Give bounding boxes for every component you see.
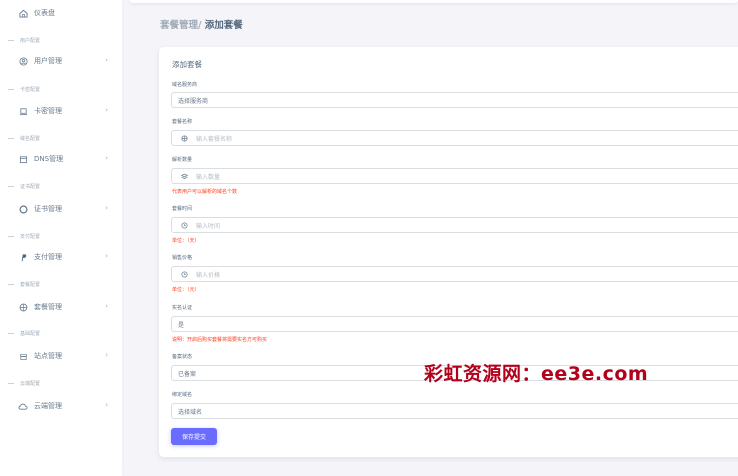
sidebar-item-users[interactable]: 用户管理 › (6, 50, 116, 72)
chevron-right-icon: › (105, 56, 108, 64)
sidebar-item-site[interactable]: 站点管理 › (6, 345, 116, 367)
sidebar-item-label: 用户管理 (34, 57, 62, 65)
price-placeholder: 输入价格 (196, 271, 221, 279)
sidebar-item-label: 支付管理 (34, 253, 62, 261)
sidebar-section-header: 云端配置 (8, 378, 40, 388)
sidebar-section-header: 证书配置 (8, 181, 40, 191)
paypal-icon (18, 252, 28, 262)
user-icon (18, 56, 28, 66)
sidebar-item-label: 套餐管理 (34, 303, 62, 311)
breadcrumb: 套餐管理/ 添加套餐 (160, 17, 243, 31)
sidebar-item-label: 证书管理 (34, 205, 62, 213)
resolve-count-label: 解析数量 (172, 157, 193, 163)
filing-status-label: 备案状态 (172, 354, 193, 360)
sidebar-section-header: 用户配置 (8, 35, 40, 45)
bind-domain-value: 选择域名 (178, 408, 203, 416)
sidebar-item-packages[interactable]: 套餐管理 › (6, 296, 116, 318)
sidebar-item-dashboard[interactable]: 仪表盘 (6, 2, 116, 24)
breadcrumb-parent[interactable]: 套餐管理/ (160, 20, 201, 31)
package-icon (18, 302, 28, 312)
provider-select[interactable]: 选择服务商 (171, 92, 738, 108)
sidebar-section-header: 卡密配置 (8, 84, 40, 94)
sidebar-item-payment[interactable]: 支付管理 › (6, 246, 116, 268)
resolve-count-placeholder: 输入数量 (196, 173, 221, 181)
laptop-icon (18, 106, 28, 116)
price-help: 单位：（元） (172, 287, 200, 293)
provider-label: 域名服务商 (172, 82, 198, 88)
bind-domain-select[interactable]: 选择域名 (171, 403, 738, 419)
watermark-text: 彩虹资源网：ee3e.com (424, 363, 649, 385)
chevron-right-icon: › (105, 401, 108, 409)
chevron-right-icon: › (105, 106, 108, 114)
realname-select[interactable]: 是 (171, 316, 738, 332)
realname-select-value: 是 (178, 321, 185, 329)
package-name-input[interactable]: 输入套餐名称 (171, 130, 738, 146)
clock-icon (178, 221, 190, 229)
chevron-right-icon: › (105, 351, 108, 359)
sidebar-item-label: DNS管理 (34, 155, 64, 163)
sidebar-section-header: 域名配置 (8, 133, 40, 143)
store-icon (18, 351, 28, 361)
bind-domain-label: 绑定域名 (172, 392, 193, 398)
price-input[interactable]: 输入价格 (171, 266, 738, 282)
chevron-right-icon: › (105, 252, 108, 260)
card-title: 添加套餐 (172, 60, 202, 69)
home-icon (18, 8, 28, 18)
page-title: 添加套餐 (201, 20, 243, 31)
sidebar: 仪表盘 用户配置 用户管理 › 卡密配置 卡密管理 › 域名配置 DNS管理 ›… (0, 0, 122, 476)
sidebar-section-header: 套餐配置 (8, 279, 40, 289)
sidebar-item-cloud[interactable]: 云端管理 › (6, 395, 116, 417)
cloud-icon (18, 401, 28, 411)
top-navbar (130, 0, 738, 3)
clock-icon (178, 270, 190, 278)
duration-label: 套餐时间 (172, 206, 193, 212)
circle-icon (18, 204, 28, 214)
duration-input[interactable]: 输入时间 (171, 217, 738, 233)
chevron-right-icon: › (105, 302, 108, 310)
resolve-count-help: 代表用户可以解析的域名个数 (172, 189, 238, 195)
sidebar-section-header: 基础配置 (8, 328, 40, 338)
sidebar-item-dns[interactable]: DNS管理 › (6, 148, 116, 170)
duration-placeholder: 输入时间 (196, 222, 221, 230)
package-name-label: 套餐名称 (172, 119, 193, 125)
realname-label: 实名认证 (172, 305, 193, 311)
price-label: 销售价格 (172, 255, 193, 261)
submit-button[interactable]: 保存提交 (171, 428, 217, 445)
realname-help: 说明：开启后购买套餐将需要实名方可购买 (172, 337, 268, 343)
chevron-right-icon: › (105, 154, 108, 162)
sidebar-item-label: 云端管理 (34, 402, 62, 410)
sidebar-item-certs[interactable]: 证书管理 › (6, 198, 116, 220)
sidebar-item-label: 仪表盘 (34, 9, 55, 17)
package-icon (178, 134, 190, 142)
sidebar-section-header: 支付配置 (8, 231, 40, 241)
package-name-placeholder: 输入套餐名称 (196, 135, 233, 143)
sidebar-item-cardkeys[interactable]: 卡密管理 › (6, 100, 116, 122)
sidebar-item-label: 卡密管理 (34, 107, 62, 115)
chevron-right-icon: › (105, 204, 108, 212)
layers-icon (178, 173, 190, 180)
calendar-icon (18, 154, 28, 164)
resolve-count-input[interactable]: 输入数量 (171, 168, 738, 184)
filing-status-value: 已备案 (178, 370, 197, 378)
duration-help: 单位：（天） (172, 238, 200, 244)
provider-select-value: 选择服务商 (178, 97, 209, 105)
sidebar-item-label: 站点管理 (34, 352, 62, 360)
add-package-card: 添加套餐 域名服务商 选择服务商 套餐名称 输入套餐名称 解析数量 输入数量 代… (159, 47, 738, 457)
